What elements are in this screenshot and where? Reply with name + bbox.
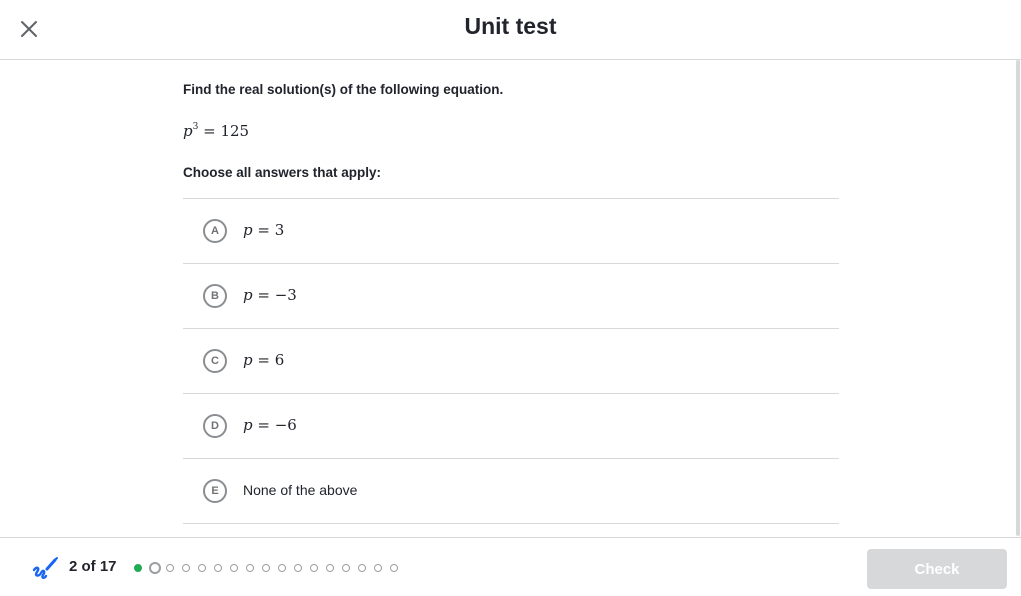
scrollbar[interactable] (1016, 60, 1020, 536)
bottom-bar: 2 of 17 Check (0, 537, 1021, 596)
question-prompt: Find the real solution(s) of the followi… (183, 82, 504, 97)
progress-dot (262, 564, 270, 572)
top-bar: Unit test (0, 0, 1021, 60)
progress-dot (134, 564, 142, 572)
answer-instructions: Choose all answers that apply: (183, 165, 382, 180)
choice-letter-badge: B (203, 284, 227, 308)
choice-d[interactable]: D p = −6 (183, 394, 839, 459)
choice-label: p = −6 (243, 416, 297, 434)
progress-dot (166, 564, 174, 572)
choice-label: None of the above (243, 482, 358, 498)
progress-dot (310, 564, 318, 572)
progress-dot (214, 564, 222, 572)
progress-dot (230, 564, 238, 572)
progress-dot-current (149, 562, 161, 574)
progress-dot (246, 564, 254, 572)
choice-letter-badge: A (203, 219, 227, 243)
check-button[interactable]: Check (867, 549, 1007, 589)
choice-c[interactable]: C p = 6 (183, 329, 839, 394)
choice-letter-badge: C (203, 349, 227, 373)
page-title: Unit test (464, 13, 557, 39)
progress-dot (198, 564, 206, 572)
equation-variable: p (183, 122, 193, 140)
choice-label: p = −3 (243, 286, 297, 304)
scratchpad-button[interactable] (31, 556, 59, 582)
choice-label: p = 3 (243, 221, 285, 239)
choice-e[interactable]: E None of the above (183, 459, 839, 524)
choice-b[interactable]: B p = −3 (183, 264, 839, 329)
choice-label: p = 6 (243, 351, 285, 369)
equation-exponent: 3 (192, 122, 199, 132)
progress-dot (182, 564, 190, 572)
choice-letter-badge: E (203, 479, 227, 503)
pencil-scratchpad-icon (32, 557, 58, 579)
choice-letter-badge: D (203, 414, 227, 438)
progress-dots (134, 562, 406, 574)
progress-dot (278, 564, 286, 572)
equation-rhs: = 125 (203, 122, 250, 140)
progress-dot (390, 564, 398, 572)
question-equation: p3 = 125 (183, 122, 249, 140)
choice-list: A p = 3 B p = −3 C p = 6 D p = −6 E None… (183, 198, 839, 524)
question-progress: 2 of 17 (69, 558, 117, 575)
choice-a[interactable]: A p = 3 (183, 199, 839, 264)
progress-dot (374, 564, 382, 572)
progress-dot (342, 564, 350, 572)
progress-dot (294, 564, 302, 572)
progress-dot (358, 564, 366, 572)
progress-dot (326, 564, 334, 572)
